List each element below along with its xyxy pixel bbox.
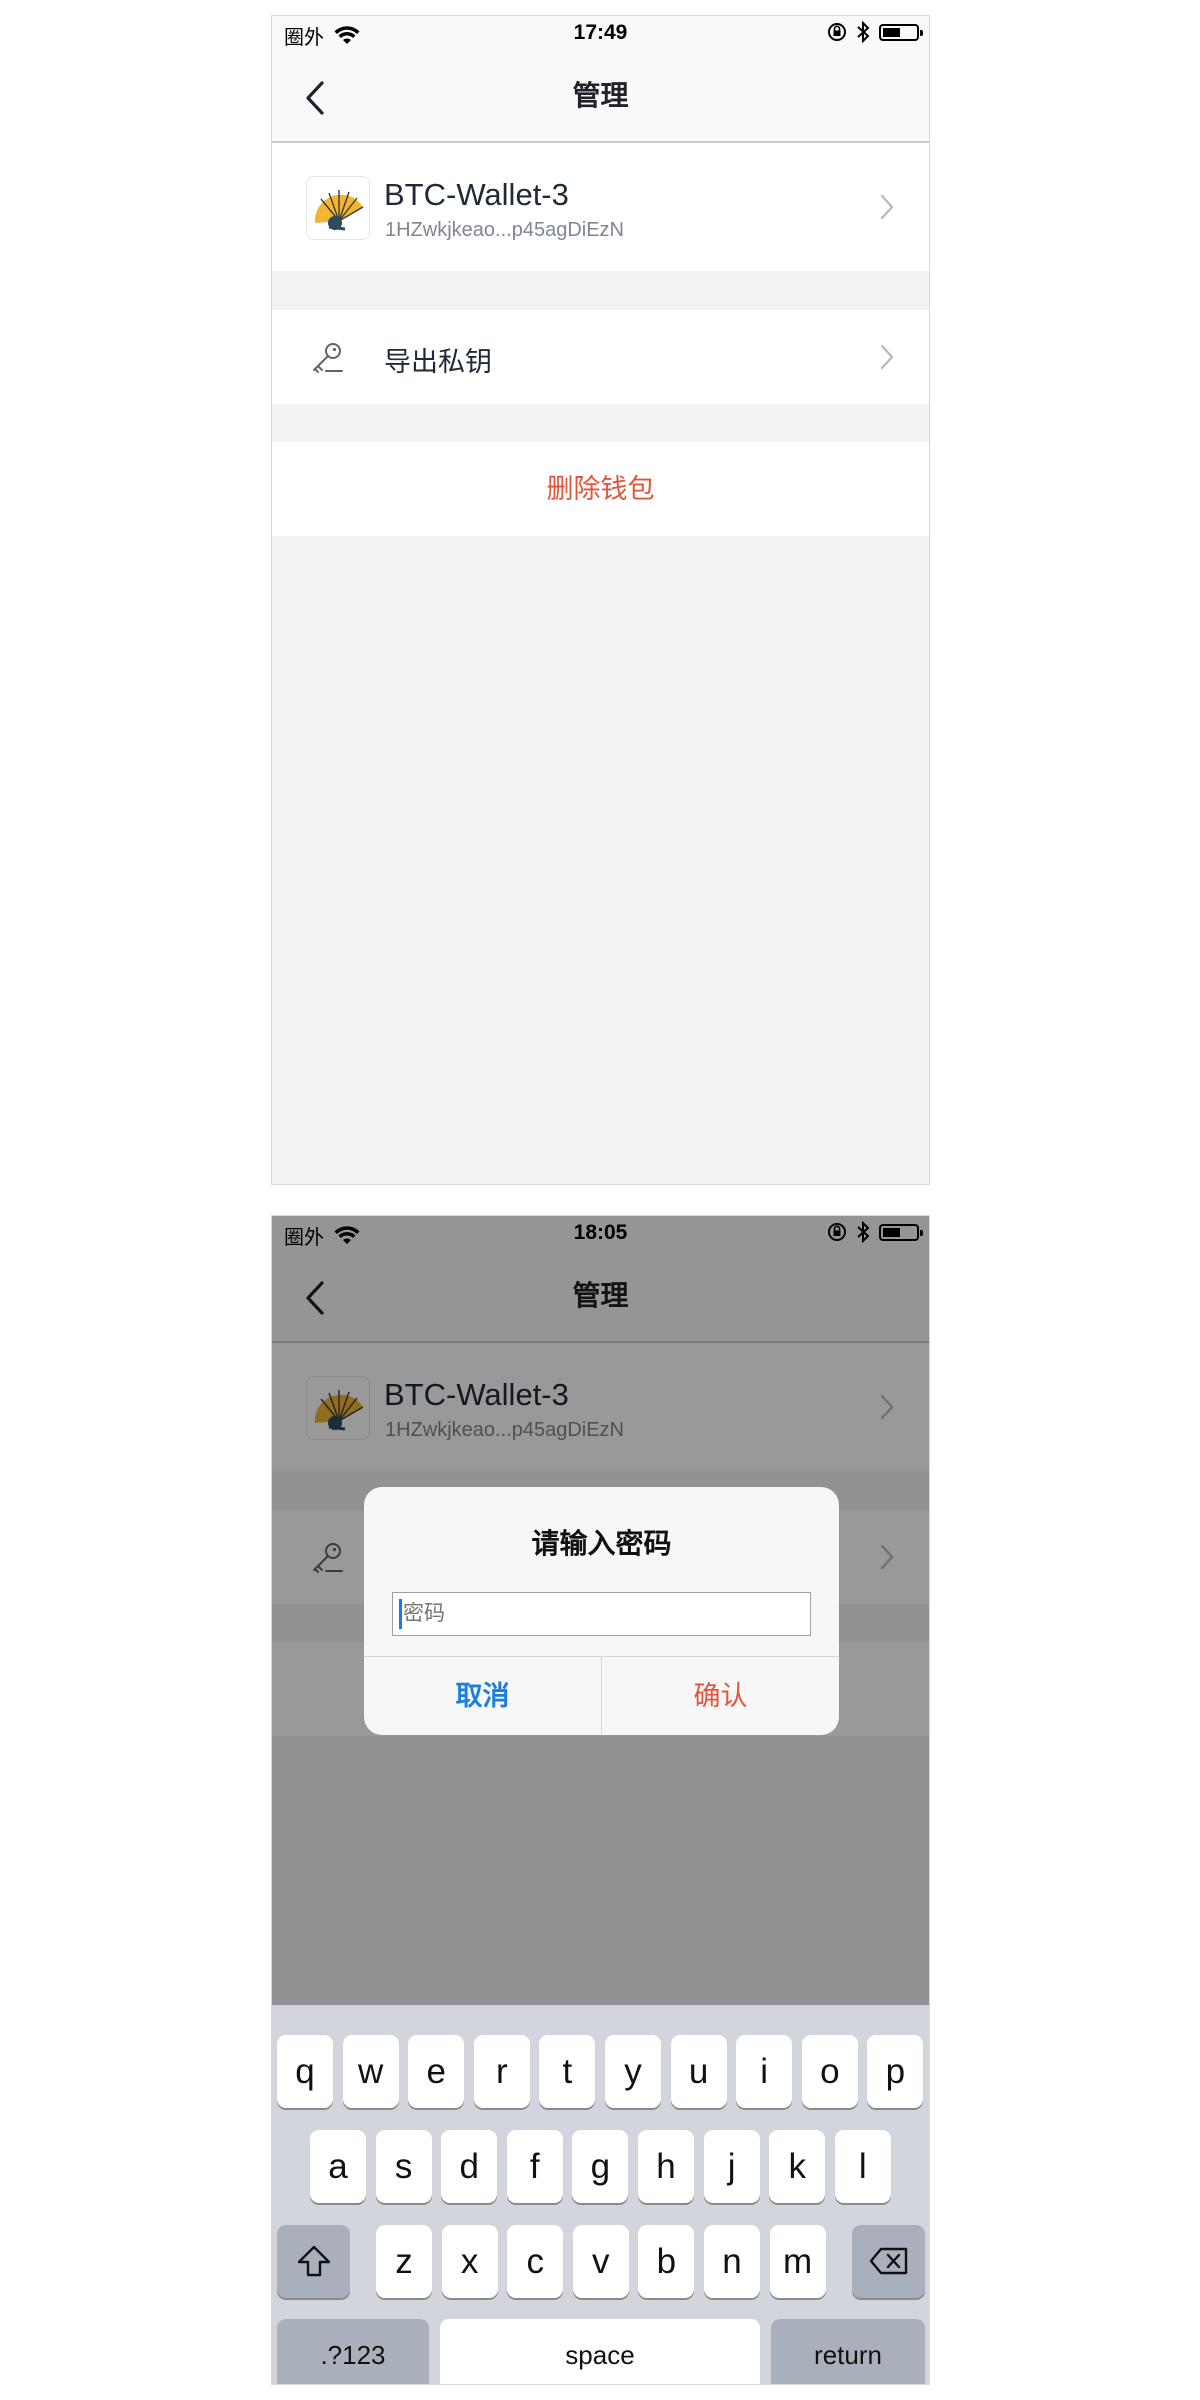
export-private-key-row[interactable]: 导出私钥 — [272, 310, 929, 404]
cancel-button[interactable]: 取消 — [364, 1657, 602, 1735]
key-u[interactable]: u — [670, 2035, 727, 2108]
chevron-right-icon — [880, 344, 894, 370]
chevron-right-icon — [880, 194, 894, 220]
backspace-key[interactable] — [852, 2225, 925, 2298]
page-title: 管理 — [572, 80, 629, 111]
wallet-address: 1HZwkjkeao...p45agDiEzN — [385, 219, 624, 241]
shift-key[interactable] — [277, 2225, 350, 2298]
key-o[interactable]: o — [801, 2035, 858, 2108]
numbers-key[interactable]: .?123 — [277, 2319, 429, 2384]
key-n[interactable]: n — [704, 2225, 760, 2298]
key-x[interactable]: x — [441, 2225, 498, 2298]
key-c[interactable]: c — [507, 2225, 564, 2298]
nav-bar: 管理 — [272, 50, 929, 143]
password-dialog-screen: 圈外 18:05 管理 BTC-Wallet-3 1HZwkjkeao...p4… — [271, 1215, 930, 2385]
dialog-title: 请输入密码 — [531, 1528, 672, 1559]
wallet-row[interactable]: BTC-Wallet-3 1HZwkjkeao...p45agDiEzN — [272, 143, 929, 271]
delete-wallet-button[interactable]: 删除钱包 — [272, 442, 929, 536]
wallet-logo-icon — [314, 190, 364, 231]
key-r[interactable]: r — [473, 2035, 530, 2108]
backspace-icon — [869, 2247, 907, 2275]
key-s[interactable]: s — [375, 2130, 432, 2203]
key-l[interactable]: l — [834, 2130, 891, 2203]
wallet-name: BTC-Wallet-3 — [384, 177, 569, 212]
key-p[interactable]: p — [867, 2035, 924, 2108]
key-i[interactable]: i — [736, 2035, 793, 2108]
key-k[interactable]: k — [769, 2130, 826, 2203]
space-key[interactable]: space — [440, 2319, 760, 2384]
key-w[interactable]: w — [342, 2035, 399, 2108]
key-v[interactable]: v — [572, 2225, 629, 2298]
confirm-button[interactable]: 确认 — [602, 1657, 839, 1735]
battery-icon — [879, 23, 923, 41]
wallet-avatar — [306, 176, 370, 240]
shift-icon — [297, 2245, 330, 2277]
password-input[interactable] — [392, 1592, 811, 1636]
key-b[interactable]: b — [638, 2225, 695, 2298]
status-bar: 圈外 17:49 — [272, 16, 929, 50]
key-g[interactable]: g — [572, 2130, 629, 2203]
key-e[interactable]: e — [408, 2035, 465, 2108]
return-key[interactable]: return — [771, 2319, 925, 2384]
key-h[interactable]: h — [638, 2130, 694, 2203]
key-icon — [313, 343, 343, 373]
manage-screen: 圈外 17:49 管理 BTC-Wallet-3 1HZwkjkeao...p4… — [271, 15, 930, 1185]
key-z[interactable]: z — [376, 2225, 432, 2298]
key-q[interactable]: q — [277, 2035, 333, 2108]
key-d[interactable]: d — [441, 2130, 498, 2203]
password-dialog: 请输入密码 取消 确认 — [364, 1487, 839, 1735]
key-y[interactable]: y — [605, 2035, 661, 2108]
export-private-key-label: 导出私钥 — [384, 347, 492, 377]
key-m[interactable]: m — [769, 2225, 826, 2298]
rotation-lock-icon — [828, 23, 846, 41]
keyboard: q w e r t y u i o p a s d f g h j k l z x c v b n m .?123 space retu… — [272, 2005, 929, 2384]
key-t[interactable]: t — [539, 2035, 596, 2108]
key-j[interactable]: j — [703, 2130, 760, 2203]
text-cursor — [399, 1599, 402, 1629]
key-a[interactable]: a — [310, 2130, 366, 2203]
key-f[interactable]: f — [506, 2130, 563, 2203]
bluetooth-icon — [857, 21, 870, 43]
